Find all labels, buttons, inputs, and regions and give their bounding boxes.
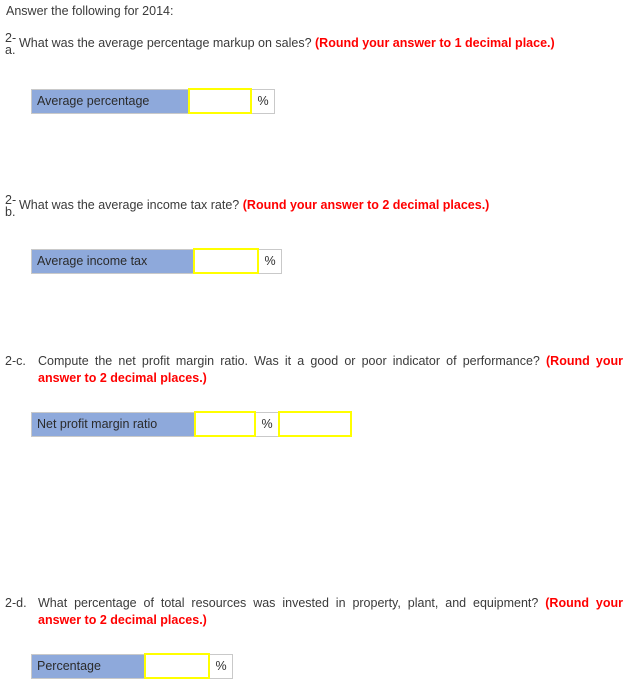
question-number-2c: 2-c. [5,354,26,368]
answer-label-2d: Percentage [31,653,146,679]
question-number-2d: 2-d. [5,596,27,610]
answer-field-cell-2b[interactable] [193,248,259,274]
percent-symbol-2a: % [250,88,275,114]
answer-table-2c: Net profit margin ratio % [31,411,352,437]
question-prompt-2c: Compute the net profit margin ratio. Was… [38,354,540,368]
table-row: Average percentage % [31,88,275,114]
answer-input-2d[interactable] [146,657,208,675]
question-row-2a: 2- a. What was the average percentage ma… [0,30,629,57]
question-prompt-2a: What was the average percentage markup o… [19,36,312,50]
question-text-2d: What percentage of total resources was i… [38,595,629,629]
answer-table-2b: Average income tax % [31,248,282,274]
question-prompt-2b: What was the average income tax rate? [19,198,240,212]
question-block-2a: 2- a. What was the average percentage ma… [0,30,629,57]
answer-extra-field-cell-2c[interactable] [278,411,352,437]
answer-field-cell-2d[interactable] [144,653,210,679]
question-text-2c: Compute the net profit margin ratio. Was… [38,353,629,387]
question-row-2d: 2-d. What percentage of total resources … [0,595,629,629]
answer-input-2a[interactable] [190,92,250,110]
table-row: Net profit margin ratio % [31,411,352,437]
question-row-2c: 2-c. Compute the net profit margin ratio… [0,353,629,387]
table-row: Percentage % [31,653,233,679]
question-hint-2a: (Round your answer to 1 decimal place.) [315,36,555,50]
answer-field-cell-2c[interactable] [194,411,256,437]
answer-input-2c[interactable] [196,415,254,433]
question-block-2d: 2-d. What percentage of total resources … [0,595,629,629]
question-block-2c: 2-c. Compute the net profit margin ratio… [0,353,629,387]
question-block-2b: 2- b. What was the average income tax ra… [0,192,629,219]
answer-input-2b[interactable] [195,252,257,270]
question-text-2b: What was the average income tax rate? (R… [19,192,629,214]
worksheet-page: Answer the following for 2014: 2- a. Wha… [0,0,629,681]
percent-symbol-2d: % [208,653,233,679]
question-row-2b: 2- b. What was the average income tax ra… [0,192,629,219]
question-number-2b-line2: b. [5,205,16,219]
answer-table-2d: Percentage % [31,653,233,679]
percent-symbol-2b: % [257,248,282,274]
answer-table-2a: Average percentage % [31,88,275,114]
answer-field-cell-2a[interactable] [188,88,252,114]
percent-symbol-2c: % [254,411,280,437]
question-number-2a-line2: a. [5,43,16,57]
answer-label-2c: Net profit margin ratio [31,411,196,437]
answer-label-2b: Average income tax [31,248,195,274]
intro-text: Answer the following for 2014: [6,4,174,18]
question-number-2a: 2- a. [5,30,19,57]
question-hint-2b: (Round your answer to 2 decimal places.) [242,198,490,212]
question-prompt-2d: What percentage of total resources was i… [38,596,539,610]
question-number-2b: 2- b. [5,192,19,219]
table-row: Average income tax % [31,248,282,274]
answer-label-2a: Average percentage [31,88,190,114]
question-text-2a: What was the average percentage markup o… [19,30,629,52]
answer-extra-input-2c[interactable] [280,415,350,433]
